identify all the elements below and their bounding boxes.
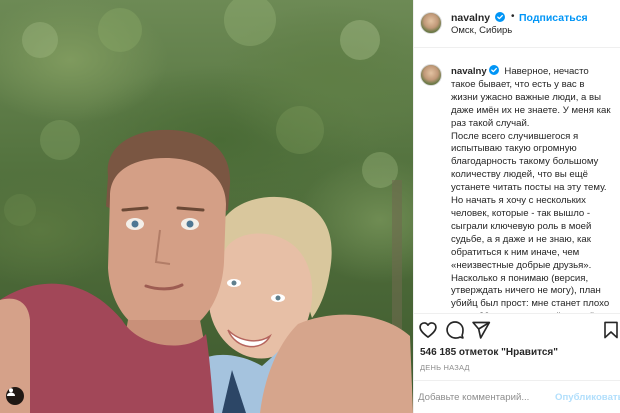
verified-badge-icon	[495, 12, 506, 22]
caption-paragraph: navalny Наверное, нечасто такое бывает, …	[451, 65, 613, 131]
heart-icon[interactable]	[418, 320, 438, 340]
bookmark-icon[interactable]	[603, 320, 619, 340]
post-caption: navalny Наверное, нечасто такое бывает, …	[451, 65, 613, 313]
post-sidebar: navalny • Подписаться Омск, Сибирь naval…	[413, 0, 620, 413]
photo-tags-button[interactable]	[6, 387, 24, 405]
caption-paragraph: Но начать я хочу с нескольких человек, к…	[451, 195, 592, 271]
photo-illustration	[0, 0, 413, 413]
verified-badge-icon	[488, 65, 499, 75]
comment-bubble-icon[interactable]	[445, 320, 465, 340]
post-header: navalny • Подписаться Омск, Сибирь	[414, 0, 620, 48]
header-separator: •	[511, 11, 515, 22]
comment-input[interactable]	[418, 388, 553, 406]
likes-count[interactable]: 546 185 отметок "Нравится"	[420, 347, 558, 358]
add-comment-form: Опубликовать	[414, 380, 620, 413]
user-tag-icon	[7, 388, 15, 396]
author-username-text[interactable]: navalny	[451, 12, 490, 24]
caption-avatar[interactable]	[420, 64, 442, 86]
paper-plane-icon[interactable]	[471, 320, 491, 340]
location-link[interactable]: Омск, Сибирь	[451, 25, 512, 36]
author-username[interactable]: navalny	[451, 12, 506, 24]
caption-paragraph: Насколько я понимаю (версия, утверждать …	[451, 272, 610, 314]
publish-button[interactable]: Опубликовать	[555, 392, 620, 403]
follow-button[interactable]: Подписаться	[519, 12, 588, 24]
avatar[interactable]	[420, 12, 442, 34]
caption-paragraph: После всего случившегося я испытываю так…	[451, 130, 607, 194]
comments-scroll-area[interactable]: navalny Наверное, нечасто такое бывает, …	[414, 49, 620, 313]
instagram-post: navalny • Подписаться Омск, Сибирь naval…	[0, 0, 620, 413]
caption-username[interactable]: navalny	[451, 65, 499, 77]
caption-username-text[interactable]: navalny	[451, 66, 487, 77]
post-photo[interactable]	[0, 0, 413, 413]
post-date[interactable]: ДЕНЬ НАЗАД	[420, 363, 470, 372]
